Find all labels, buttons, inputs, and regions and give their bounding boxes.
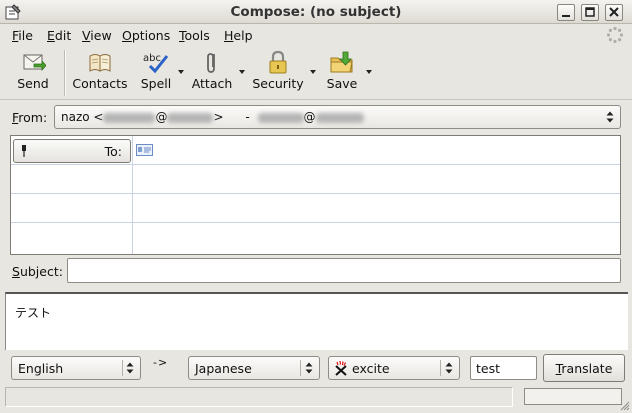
- address-card-icon: [136, 144, 153, 156]
- menu-tools[interactable]: Tools: [179, 28, 210, 43]
- security-button[interactable]: Security: [252, 50, 304, 96]
- send-icon: [23, 54, 46, 72]
- source-language-select[interactable]: English: [11, 356, 141, 380]
- resize-grip-icon[interactable]: [620, 401, 630, 411]
- window-title: Compose: (no subject): [230, 4, 402, 20]
- updown-arrows-icon: [126, 362, 134, 374]
- subject-label: Subject:: [12, 264, 63, 279]
- send-label: Send: [17, 76, 49, 91]
- target-language-select[interactable]: Japanese: [188, 356, 320, 380]
- translate-button[interactable]: Translate: [543, 354, 625, 382]
- translation-engine-value: excite: [352, 361, 390, 376]
- throbber-icon: [606, 26, 624, 44]
- minimize-icon: [562, 15, 570, 17]
- target-language-value: Japanese: [195, 361, 252, 376]
- subject-input[interactable]: [67, 258, 621, 283]
- maximize-icon: [585, 7, 595, 17]
- attach-label: Attach: [191, 76, 233, 91]
- from-identity-select[interactable]: nazo < @ > - @: [54, 105, 621, 129]
- progress-bar: [524, 388, 622, 405]
- menu-edit[interactable]: Edit: [47, 28, 71, 43]
- spell-button[interactable]: abc Spell: [138, 50, 174, 96]
- message-body-text: テスト: [15, 306, 52, 320]
- menu-help[interactable]: Help: [224, 28, 253, 43]
- contacts-button[interactable]: Contacts: [72, 50, 128, 96]
- from-value: nazo < @ > - @: [61, 110, 364, 124]
- maximize-button[interactable]: [581, 4, 599, 21]
- translate-input-value: test: [476, 361, 501, 376]
- recipient-row[interactable]: [11, 194, 620, 223]
- menu-view[interactable]: View: [82, 28, 112, 43]
- spell-dropdown-arrow[interactable]: [178, 70, 184, 74]
- combo-separator: [122, 360, 123, 376]
- close-button[interactable]: [605, 4, 623, 21]
- recipient-row[interactable]: [11, 223, 620, 252]
- save-folder-icon: [330, 51, 353, 73]
- recipient-row[interactable]: [11, 165, 620, 194]
- contacts-label: Contacts: [72, 76, 128, 91]
- combo-separator: [300, 360, 301, 376]
- lock-icon: [269, 50, 287, 74]
- updown-arrows-icon: [606, 111, 614, 123]
- to-label: To:: [104, 144, 122, 159]
- spellcheck-icon-text: abc: [143, 53, 161, 64]
- direction-arrow-text: ->: [153, 356, 169, 369]
- address-book-icon: [89, 54, 111, 72]
- close-icon: [609, 7, 619, 17]
- attach-dropdown-arrow[interactable]: [239, 70, 245, 74]
- combo-separator: [440, 360, 441, 376]
- save-dropdown-arrow[interactable]: [366, 70, 372, 74]
- title-bar: Compose: (no subject): [0, 0, 632, 24]
- recipients-table: To:: [10, 135, 621, 255]
- menu-bar: File Edit View Options Tools Help: [0, 24, 632, 46]
- source-language-value: English: [18, 361, 64, 376]
- paperclip-icon: [207, 53, 215, 73]
- translate-text-input[interactable]: test: [470, 356, 537, 380]
- redacted-text: [167, 112, 214, 123]
- toolbar-separator: [64, 50, 66, 96]
- security-label: Security: [252, 76, 304, 91]
- minimize-button[interactable]: [557, 4, 575, 21]
- pin-icon: [22, 145, 26, 157]
- translation-engine-select[interactable]: excite: [328, 356, 460, 380]
- menu-file[interactable]: File: [12, 28, 33, 43]
- save-label: Save: [326, 76, 358, 91]
- column-divider: [132, 136, 133, 254]
- status-bar: [0, 385, 632, 413]
- spell-label: Spell: [140, 76, 172, 91]
- recipient-row: To:: [11, 136, 620, 165]
- attach-button[interactable]: Attach: [191, 50, 233, 96]
- recipient-type-to-button[interactable]: To:: [13, 139, 131, 163]
- status-text-area: [5, 387, 513, 407]
- save-button[interactable]: Save: [323, 50, 361, 96]
- updown-arrows-icon: [445, 362, 453, 374]
- toolbar: Send Contacts abc Spell Attach Security: [0, 46, 632, 100]
- spellcheck-icon: abc: [143, 53, 169, 74]
- from-label: From:: [12, 110, 48, 125]
- send-button[interactable]: Send: [12, 50, 54, 96]
- redacted-text: [103, 112, 156, 123]
- redacted-text: [315, 112, 364, 123]
- updown-arrows-icon: [305, 362, 313, 374]
- message-body-editor[interactable]: テスト: [5, 292, 628, 350]
- menu-options[interactable]: Options: [122, 28, 170, 43]
- excite-logo-icon: [335, 361, 347, 376]
- security-dropdown-arrow[interactable]: [310, 70, 316, 74]
- redacted-text: [257, 112, 304, 123]
